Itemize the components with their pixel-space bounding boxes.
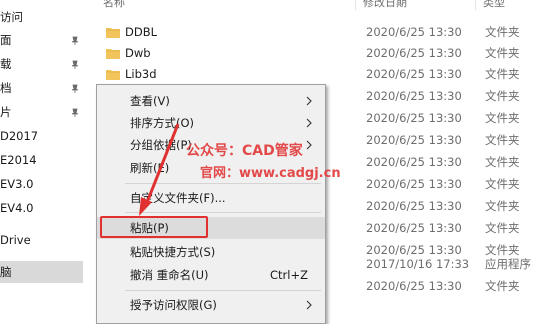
watermark-line2: 官网：www.cadgj.cn: [200, 166, 341, 181]
watermark-line1: 公众号：CAD管家: [186, 143, 303, 159]
